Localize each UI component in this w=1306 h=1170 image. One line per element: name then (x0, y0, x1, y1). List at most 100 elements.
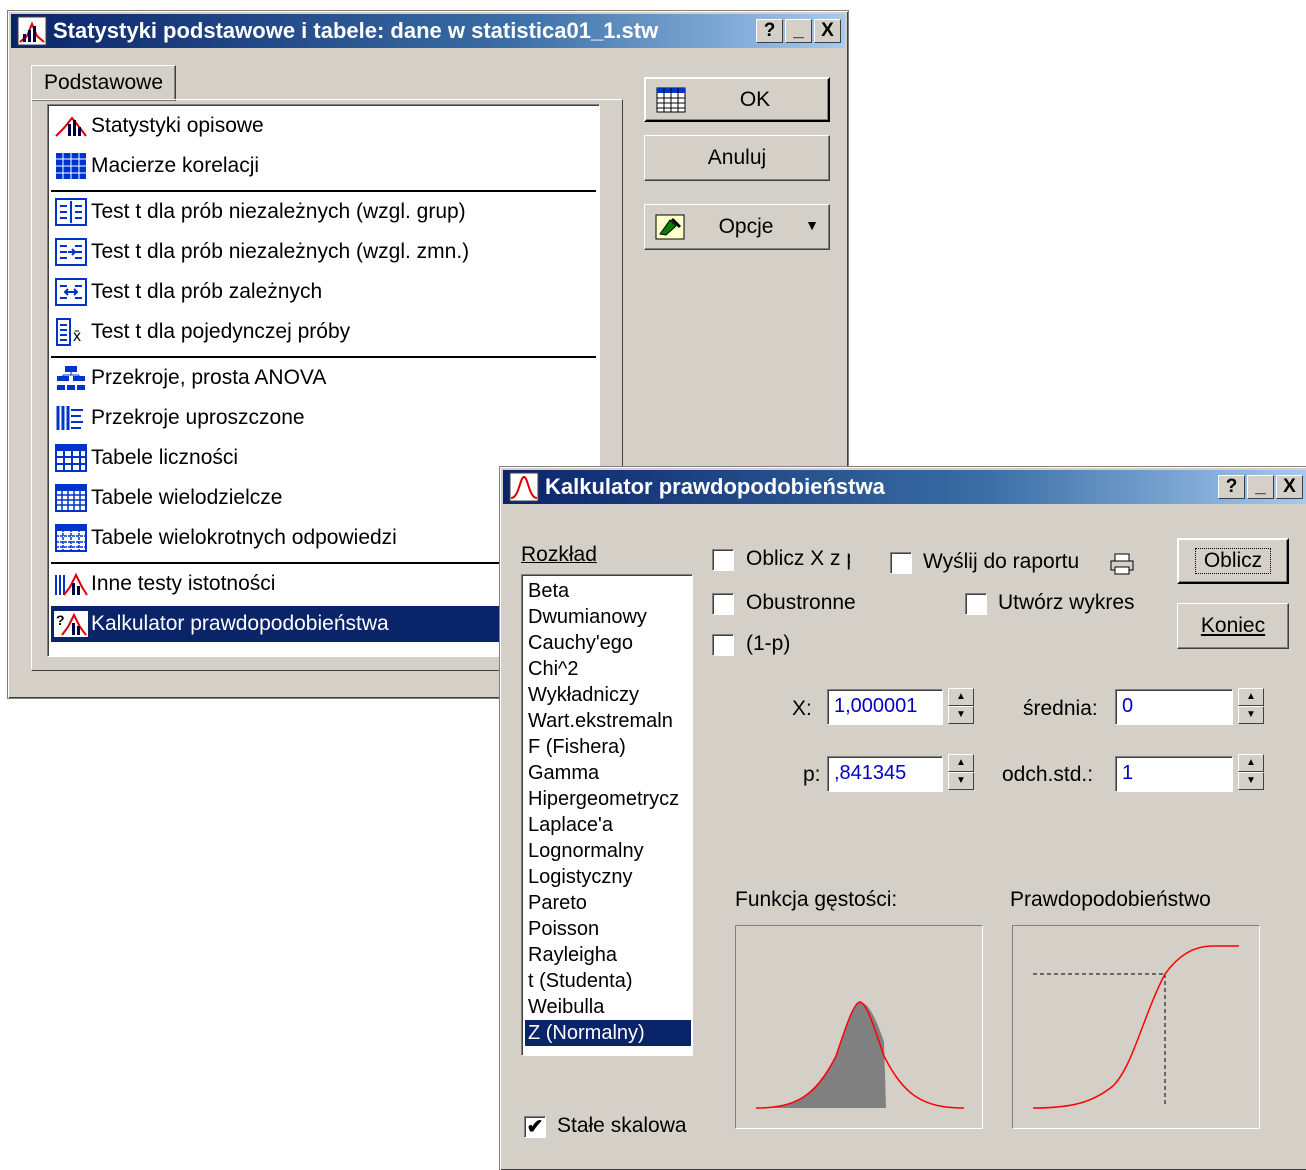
compute-x-label: Oblicz X z p (746, 547, 850, 570)
list-item-anova[interactable]: Przekroje, prosta ANOVA (51, 360, 596, 396)
compute-button[interactable]: Oblicz (1177, 538, 1289, 584)
end-label: Koniec (1200, 614, 1266, 637)
mean-spinner[interactable]: ▲ ▼ (1238, 688, 1264, 726)
distribution-item[interactable]: Poisson (525, 916, 691, 942)
two-sided-checkbox[interactable] (712, 593, 734, 615)
ok-button[interactable]: OK (644, 77, 830, 122)
crosstab-icon (51, 482, 91, 514)
list-item-ttest-dependent[interactable]: Test t dla prób zależnych (51, 274, 596, 310)
anova-icon (51, 362, 91, 394)
list-item-ttest-groups[interactable]: Test t dla prób niezależnych (wzgl. grup… (51, 194, 596, 230)
calc-window-title: Kalkulator prawdopodobieństwa (545, 474, 885, 499)
multiple-response-icon (51, 522, 91, 554)
create-graph-checkbox[interactable] (965, 593, 987, 615)
options-icon (655, 214, 685, 240)
send-report-checkbox[interactable] (890, 552, 912, 574)
calc-minimize-button[interactable]: _ (1247, 475, 1274, 499)
spin-up-icon[interactable]: ▲ (948, 754, 974, 772)
cancel-label: Anuluj (707, 146, 767, 169)
calc-close-button[interactable]: X (1276, 475, 1303, 499)
distribution-item[interactable]: Cauchy'ego (525, 630, 691, 656)
spin-up-icon[interactable]: ▲ (948, 688, 974, 706)
t-test-groups-icon (51, 196, 91, 228)
compute-label: Oblicz (1194, 548, 1272, 574)
help-button[interactable]: ? (756, 19, 783, 43)
probability-calculator-icon: ? (51, 608, 91, 640)
spin-up-icon[interactable]: ▲ (1238, 754, 1264, 772)
list-item-breakdown[interactable]: Przekroje uproszczone (51, 400, 596, 436)
create-graph-label: Utwórz wykres (998, 591, 1135, 614)
spin-down-icon[interactable]: ▼ (948, 772, 974, 790)
distribution-item[interactable]: Wykładniczy (525, 682, 691, 708)
distribution-item[interactable]: Pareto (525, 890, 691, 916)
t-test-variables-icon (51, 236, 91, 268)
list-item-correlation[interactable]: Macierze korelacji (51, 148, 596, 184)
mean-input[interactable]: 0 (1115, 689, 1233, 725)
distribution-item[interactable]: t (Studenta) (525, 968, 691, 994)
fixed-scale-checkbox[interactable]: ✔ (524, 1116, 546, 1138)
probability-chart (1012, 925, 1260, 1129)
minimize-button[interactable]: _ (785, 19, 812, 43)
one-minus-p-checkbox[interactable] (712, 634, 734, 656)
calc-title-bar[interactable]: Kalkulator prawdopodobieństwa ? _ X (503, 470, 1306, 504)
svg-text:x̄: x̄ (73, 328, 81, 345)
distribution-item[interactable]: Z (Normalny) (525, 1020, 691, 1046)
distribution-item[interactable]: Weibulla (525, 994, 691, 1020)
distribution-label: Rozkład (521, 543, 597, 566)
close-button[interactable]: X (814, 19, 841, 43)
distribution-item[interactable]: Rayleigha (525, 942, 691, 968)
cancel-button[interactable]: Anuluj (644, 135, 830, 181)
other-tests-icon (51, 568, 91, 600)
distribution-item[interactable]: F (Fishera) (525, 734, 691, 760)
spreadsheet-icon (656, 87, 686, 113)
list-item-ttest-variables[interactable]: Test t dla prób niezależnych (wzgl. zmn.… (51, 234, 596, 270)
distribution-item[interactable]: Lognormalny (525, 838, 691, 864)
distribution-item[interactable]: Hipergeometrycz (525, 786, 691, 812)
separator (51, 190, 596, 192)
p-spinner[interactable]: ▲ ▼ (948, 754, 974, 792)
main-title-bar[interactable]: Statystyki podstawowe i tabele: dane w s… (11, 14, 845, 48)
descriptive-stats-icon (51, 110, 91, 142)
send-report-label: Wyślij do raportu (923, 550, 1080, 573)
list-item-ttest-single[interactable]: x̄ Test t dla pojedynczej próby (51, 314, 596, 350)
cdf-curve (1032, 945, 1239, 1109)
x-label: X: (792, 697, 812, 720)
distribution-item[interactable]: Gamma (525, 760, 691, 786)
spin-down-icon[interactable]: ▼ (1238, 772, 1264, 790)
sd-label: odch.std.: (1002, 763, 1094, 786)
distribution-item[interactable]: Dwumianowy (525, 604, 691, 630)
tab-podstawowe[interactable]: Podstawowe (31, 65, 176, 101)
frequency-table-icon (51, 442, 91, 474)
sd-spinner[interactable]: ▲ ▼ (1238, 754, 1264, 792)
fixed-scale-label: Stałe skalowa (557, 1114, 687, 1137)
printer-icon[interactable] (1110, 553, 1134, 575)
spin-down-icon[interactable]: ▼ (948, 706, 974, 724)
distribution-list[interactable]: Beta Dwumianowy Cauchy'ego Chi^2 Wykładniczy… (521, 574, 693, 1056)
density-chart (735, 925, 983, 1129)
spin-up-icon[interactable]: ▲ (1238, 688, 1264, 706)
separator (51, 356, 596, 358)
distribution-item[interactable]: Logistyczny (525, 864, 691, 890)
distribution-item[interactable]: Wart.ekstremaln (525, 708, 691, 734)
options-button[interactable]: Opcje ▼ (644, 204, 830, 250)
mean-label: średnia: (1023, 697, 1098, 720)
correlation-matrix-icon (51, 150, 91, 182)
distribution-item[interactable]: Beta (525, 578, 691, 604)
t-test-single-icon: x̄ (51, 316, 91, 348)
p-label: p: (803, 763, 821, 786)
calc-help-button[interactable]: ? (1218, 475, 1245, 499)
options-label: Opcje (718, 215, 774, 238)
sd-input[interactable]: 1 (1115, 756, 1233, 792)
x-input[interactable]: 1,000001 (827, 689, 943, 725)
list-item-descriptive[interactable]: Statystyki opisowe (51, 108, 596, 144)
one-minus-p-label: (1-p) (746, 632, 791, 655)
p-input[interactable]: ,841345 (827, 756, 943, 792)
end-button[interactable]: Koniec (1177, 603, 1289, 649)
tab-label: Podstawowe (43, 71, 164, 94)
x-spinner[interactable]: ▲ ▼ (948, 688, 974, 726)
probability-calculator-dialog: Kalkulator prawdopodobieństwa ? _ X Rozk… (499, 466, 1306, 1170)
spin-down-icon[interactable]: ▼ (1238, 706, 1264, 724)
distribution-item[interactable]: Laplace'a (525, 812, 691, 838)
compute-x-checkbox[interactable] (712, 549, 734, 571)
distribution-item[interactable]: Chi^2 (525, 656, 691, 682)
